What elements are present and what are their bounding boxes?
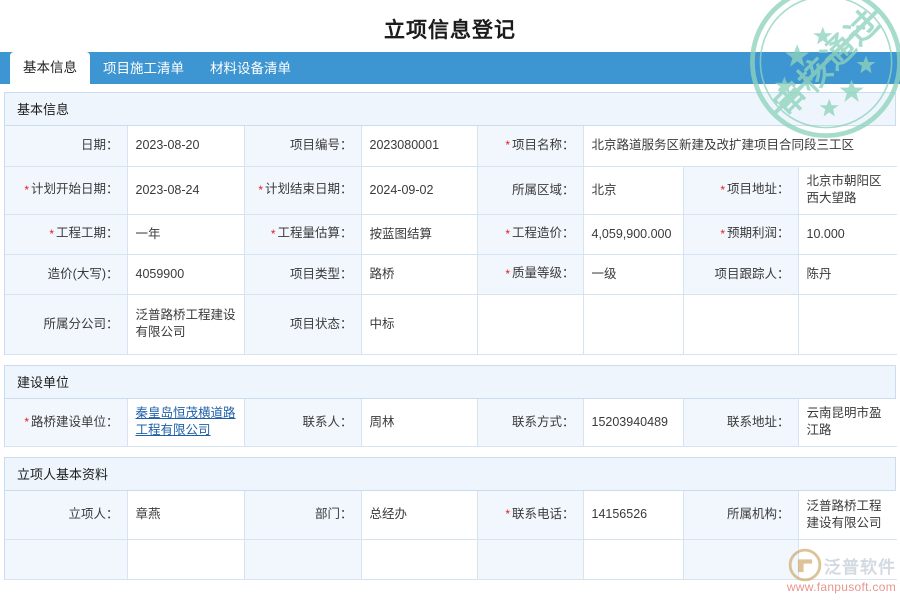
empty-value-cell[interactable] [583, 539, 684, 580]
required-asterisk: * [270, 226, 276, 241]
section-basic-info: 基本信息 日期： 2023-08-20 项目编号： 2023080001 * 项目… [4, 92, 898, 355]
construction-unit-link[interactable]: 秦皇岛恒茂横道路工程有限公司 [136, 406, 236, 437]
table-row: * 计划开始日期： 2023-08-24 * 计划结束日期： 2024-09-02 … [5, 166, 898, 215]
required-asterisk: * [505, 138, 510, 153]
field-label-quality-grade: * 质量等级： [477, 254, 584, 295]
field-value-initiator[interactable]: 章燕 [127, 491, 245, 540]
section-title-construction-unit: 建设单位 [5, 365, 895, 399]
field-label-contact-method: 联系方式： [477, 398, 584, 447]
table-row: 造价(大写)： 4059900 项目类型： 路桥 * 质量等级： 一级 项目跟踪人… [5, 254, 898, 295]
tab-construction-list[interactable]: 项目施工清单 [90, 54, 197, 84]
field-value-cost-in-words[interactable]: 4059900 [127, 254, 245, 295]
field-value-quantity-estimate[interactable]: 按蓝图结算 [361, 214, 478, 255]
field-label-initiator: 立项人： [5, 491, 128, 540]
field-value-expected-profit[interactable]: 10.000 [798, 214, 898, 255]
required-asterisk: * [24, 414, 29, 429]
empty-cell [798, 294, 898, 355]
field-value-region[interactable]: 北京 [583, 166, 684, 215]
field-value-duration[interactable]: 一年 [127, 214, 245, 255]
tab-bar: 基本信息 项目施工清单 材料设备清单 [0, 52, 900, 84]
field-label-project-tracker: 项目跟踪人： [683, 254, 799, 295]
field-label-project-name: * 项目名称： [477, 126, 584, 167]
field-value-organization[interactable]: 泛普路桥工程建设有限公司 [798, 491, 897, 540]
basic-info-table: 日期： 2023-08-20 项目编号： 2023080001 * 项目名称： 北… [5, 126, 898, 355]
empty-cell [477, 294, 584, 355]
required-asterisk: * [24, 182, 29, 197]
field-label-plan-start-date: * 计划开始日期： [5, 166, 128, 215]
field-value-project-name[interactable]: 北京路道服务区新建及改扩建项目合同段三工区 [583, 126, 898, 167]
table-row: 立项人： 章燕 部门： 总经办 * 联系电话： 14156526 所属机构： 泛普… [5, 491, 897, 540]
table-row: 日期： 2023-08-20 项目编号： 2023080001 * 项目名称： 北… [5, 126, 898, 167]
field-label-project-code: 项目编号： [244, 126, 362, 167]
page-title: 立项信息登记 [384, 19, 516, 42]
field-value-contact-address[interactable]: 云南昆明市盈江路 [798, 398, 897, 447]
field-value-plan-start-date[interactable]: 2023-08-24 [127, 166, 245, 215]
field-label-project-address: * 项目地址： [683, 166, 799, 215]
construction-unit-table: * 路桥建设单位： 秦皇岛恒茂横道路工程有限公司 联系人： 周林 联系方式： 15… [5, 398, 897, 447]
field-label-cost-in-words: 造价(大写)： [5, 254, 128, 295]
field-label-plan-end-date: * 计划结束日期： [244, 166, 362, 215]
watermark-url: www.fanpusoft.com [786, 580, 896, 594]
empty-value-cell[interactable] [361, 539, 478, 580]
field-label-project-status: 项目状态： [244, 294, 362, 355]
field-value-project-status[interactable]: 中标 [361, 294, 478, 355]
table-row [5, 539, 897, 580]
section-construction-unit: 建设单位 * 路桥建设单位： 秦皇岛恒茂横道路工程有限公司 联系人： 周林 联系方… [4, 364, 897, 447]
field-value-department[interactable]: 总经办 [361, 491, 478, 540]
field-label-project-type: 项目类型： [244, 254, 362, 295]
table-row: 所属分公司： 泛普路桥工程建设有限公司 项目状态： 中标 [5, 294, 898, 355]
section-title-basic-info: 基本信息 [5, 93, 895, 126]
required-asterisk: * [505, 266, 510, 281]
form-content: 基本信息 日期： 2023-08-20 项目编号： 2023080001 * 项目… [0, 84, 900, 580]
table-row: * 路桥建设单位： 秦皇岛恒茂横道路工程有限公司 联系人： 周林 联系方式： 15… [5, 398, 897, 447]
empty-value-cell[interactable] [127, 539, 245, 580]
project-registration-page: 立项信息登记 基本信息 项目施工清单 材料设备清单 基本信息 日期： 2023-… [0, 0, 900, 600]
required-asterisk: * [49, 226, 54, 241]
field-label-expected-profit: * 预期利润： [683, 214, 799, 255]
required-asterisk: * [505, 226, 510, 241]
field-label-region: 所属区域： [477, 166, 584, 215]
field-value-quality-grade[interactable]: 一级 [583, 254, 684, 295]
field-value-contact-method[interactable]: 15203940489 [583, 398, 684, 447]
empty-label-cell [5, 539, 128, 580]
field-label-project-cost: * 工程造价： [477, 214, 584, 255]
field-label-branch-company: 所属分公司： [5, 294, 128, 355]
empty-label-cell [477, 539, 584, 580]
section-initiator-info: 立项人基本资料 立项人： 章燕 部门： 总经办 * 联系电话： 14156526 … [4, 457, 897, 580]
field-label-phone: * 联系电话： [477, 491, 584, 540]
field-value-project-cost[interactable]: 4,059,900.000 [583, 214, 684, 255]
initiator-info-table: 立项人： 章燕 部门： 总经办 * 联系电话： 14156526 所属机构： 泛普… [5, 491, 897, 580]
empty-cell [583, 294, 684, 355]
field-value-phone[interactable]: 14156526 [583, 491, 684, 540]
required-asterisk: * [720, 182, 725, 197]
field-label-organization: 所属机构： [683, 491, 799, 540]
required-asterisk: * [720, 226, 725, 241]
empty-label-cell [683, 539, 799, 580]
table-row: * 工程工期： 一年 * 工程量估算： 按蓝图结算 * 工程造价： 4,059,900… [5, 214, 898, 255]
field-label-date: 日期： [5, 126, 128, 167]
field-value-road-bridge-unit[interactable]: 秦皇岛恒茂横道路工程有限公司 [127, 398, 245, 447]
tab-material-equipment-list[interactable]: 材料设备清单 [197, 54, 304, 84]
field-label-department: 部门： [244, 491, 362, 540]
empty-cell [683, 294, 799, 355]
field-label-quantity-estimate: * 工程量估算： [244, 214, 362, 255]
field-label-road-bridge-unit: * 路桥建设单位： [5, 398, 128, 447]
field-value-project-code[interactable]: 2023080001 [361, 126, 478, 167]
field-label-contact-person: 联系人： [244, 398, 362, 447]
empty-value-cell[interactable] [798, 539, 897, 580]
required-asterisk: * [258, 182, 263, 197]
field-label-duration: * 工程工期： [5, 214, 128, 255]
field-value-contact-person[interactable]: 周林 [361, 398, 478, 447]
field-value-project-type[interactable]: 路桥 [361, 254, 478, 295]
field-value-project-tracker[interactable]: 陈丹 [798, 254, 898, 295]
required-asterisk: * [505, 507, 510, 522]
field-label-contact-address: 联系地址： [683, 398, 799, 447]
field-value-project-address[interactable]: 北京市朝阳区西大望路 [798, 166, 898, 215]
empty-label-cell [244, 539, 362, 580]
tab-basic-info[interactable]: 基本信息 [10, 52, 90, 84]
field-value-branch-company[interactable]: 泛普路桥工程建设有限公司 [127, 294, 245, 355]
field-value-plan-end-date[interactable]: 2024-09-02 [361, 166, 478, 215]
section-title-initiator-info: 立项人基本资料 [5, 458, 895, 491]
field-value-date[interactable]: 2023-08-20 [127, 126, 245, 167]
